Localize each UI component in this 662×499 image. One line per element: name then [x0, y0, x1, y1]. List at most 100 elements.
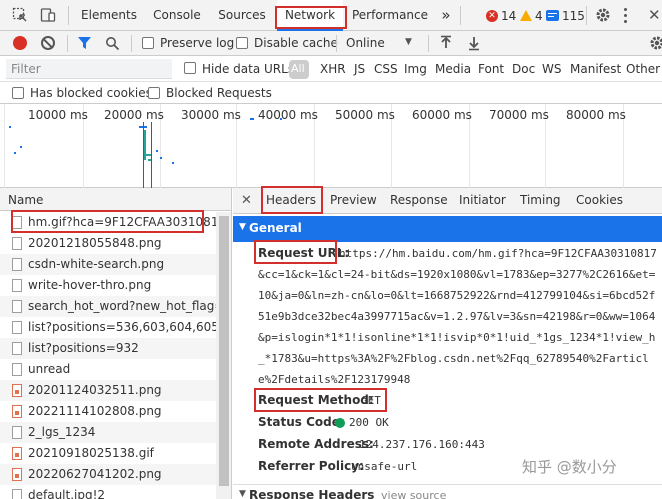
separator: [428, 35, 429, 52]
network-overview-timeline[interactable]: 10000 ms 20000 ms 30000 ms 40000 ms 5000…: [0, 104, 662, 188]
request-list-scrollbar[interactable]: [216, 212, 231, 499]
type-filter-ws[interactable]: WS: [542, 62, 561, 76]
inspect-element-icon[interactable]: [12, 7, 28, 26]
filter-funnel-icon[interactable]: [77, 36, 92, 53]
blocked-requests-checkbox[interactable]: [148, 87, 160, 99]
document-file-icon: [12, 216, 22, 229]
type-filter-doc[interactable]: Doc: [512, 62, 535, 76]
tab-elements[interactable]: Elements: [74, 0, 144, 31]
request-row[interactable]: 20201218055848.png: [0, 233, 216, 254]
message-counter[interactable]: 115: [546, 8, 585, 23]
request-row[interactable]: default.jpg!2: [0, 485, 216, 499]
hide-data-urls-checkbox[interactable]: [184, 62, 196, 74]
has-blocked-cookies-label: Has blocked cookies: [30, 86, 152, 100]
request-row[interactable]: csdn-white-search.png: [0, 254, 216, 275]
referrer-policy-value: unsafe-url: [351, 460, 418, 473]
request-row[interactable]: list?positions=932: [0, 338, 216, 359]
request-name: 20210918025138.gif: [28, 446, 154, 460]
blocked-filter-bar: Has blocked cookies Blocked Requests: [0, 82, 662, 104]
tab-headers[interactable]: Headers: [266, 188, 316, 214]
more-options-icon[interactable]: [624, 7, 628, 23]
general-section-title: General: [249, 221, 302, 235]
request-url-value-line: 10&ja=0&ln=zh-cn&lo=0&lt=1668752922&rnd=…: [258, 289, 656, 302]
request-method-label: Request Method:: [258, 393, 374, 407]
general-section-header[interactable]: ▼ General: [233, 216, 662, 242]
detail-tabbar: ✕ Headers Preview Response Initiator Tim…: [233, 188, 662, 214]
request-url-value-line: &cc=1&ck=1&cl=24-bit&ds=1920x1080&vl=178…: [258, 268, 656, 281]
expand-triangle-icon: ▼: [239, 489, 246, 499]
devtools-tabbar: Elements Console Sources Network Perform…: [0, 0, 662, 31]
request-name: search_hot_word?new_hot_flag=1&: [28, 299, 216, 313]
request-row[interactable]: 20221114102808.png: [0, 401, 216, 422]
disable-cache-checkbox[interactable]: [236, 37, 248, 49]
tab-network[interactable]: Network: [277, 0, 343, 31]
preserve-log-checkbox[interactable]: [142, 37, 154, 49]
type-filter-css[interactable]: CSS: [374, 62, 398, 76]
separator: [336, 35, 337, 52]
request-row[interactable]: 20220627041202.png: [0, 464, 216, 485]
document-file-icon: [12, 258, 22, 271]
more-tabs-button[interactable]: »: [436, 0, 456, 31]
request-list-header[interactable]: Name: [0, 188, 231, 211]
network-settings-gear-icon[interactable]: [649, 35, 662, 54]
import-har-icon[interactable]: [439, 35, 453, 54]
request-detail-pane: ✕ Headers Preview Response Initiator Tim…: [233, 188, 662, 499]
request-url-value-line: &p=islogin*1*1!isonline*1*1!isvip*0*1!ui…: [258, 331, 656, 344]
tab-preview[interactable]: Preview: [330, 188, 377, 213]
type-filter-all[interactable]: All: [289, 60, 309, 79]
request-row[interactable]: 20210918025138.gif: [0, 443, 216, 464]
request-name: default.jpg!2: [28, 488, 106, 499]
warning-counter[interactable]: 4: [520, 8, 543, 23]
view-source-link[interactable]: view source: [381, 489, 446, 499]
document-file-icon: [12, 279, 22, 292]
tab-cookies[interactable]: Cookies: [576, 188, 623, 213]
tab-response[interactable]: Response: [390, 188, 448, 213]
request-url-value-line: _*1783&u=https%3A%2F%2Fblog.csdn.net%2Fq…: [258, 352, 649, 365]
type-filter-xhr[interactable]: XHR: [320, 62, 346, 76]
separator: [460, 6, 461, 25]
close-detail-icon[interactable]: ✕: [241, 193, 252, 208]
has-blocked-cookies-checkbox[interactable]: [12, 87, 24, 99]
tab-initiator[interactable]: Initiator: [459, 188, 506, 213]
request-name: 20221114102808.png: [28, 404, 162, 418]
request-row[interactable]: 2_lgs_1234: [0, 422, 216, 443]
document-file-icon: [12, 342, 22, 355]
request-row[interactable]: unread: [0, 359, 216, 380]
settings-gear-icon[interactable]: [595, 7, 611, 26]
tab-console[interactable]: Console: [146, 0, 208, 31]
device-toolbar-icon[interactable]: [40, 7, 56, 26]
error-counter[interactable]: ✕ 14: [486, 8, 516, 23]
request-row[interactable]: 20201124032511.png: [0, 380, 216, 401]
filter-placeholder: Filter: [11, 62, 41, 76]
request-row[interactable]: write-hover-thro.png: [0, 275, 216, 296]
hide-data-urls-label: Hide data URLs: [202, 62, 295, 76]
export-har-icon[interactable]: [467, 35, 481, 54]
status-code-value: 200 OK: [349, 416, 389, 429]
type-filter-manifest[interactable]: Manifest: [570, 62, 621, 76]
record-icon[interactable]: [13, 36, 27, 50]
error-count: 14: [501, 8, 517, 23]
tab-performance[interactable]: Performance: [348, 0, 432, 31]
request-row[interactable]: search_hot_word?new_hot_flag=1&: [0, 296, 216, 317]
warning-count: 4: [535, 8, 543, 23]
scrollbar-thumb[interactable]: [219, 216, 229, 486]
remote-address-label: Remote Address:: [258, 437, 374, 451]
request-row[interactable]: hm.gif?hca=9F12CFAA30310817&c: [0, 212, 216, 233]
type-filter-media[interactable]: Media: [435, 62, 471, 76]
tab-sources[interactable]: Sources: [210, 0, 274, 31]
filter-input[interactable]: Filter: [6, 59, 172, 79]
search-icon[interactable]: [105, 36, 120, 54]
clear-icon[interactable]: [41, 36, 55, 50]
request-row[interactable]: list?positions=536,603,604,605,606,: [0, 317, 216, 338]
response-headers-section-header[interactable]: ▼ Response Headers view source: [233, 484, 662, 499]
image-file-icon: [12, 405, 22, 418]
type-filter-js[interactable]: JS: [354, 62, 365, 76]
type-filter-img[interactable]: Img: [404, 62, 427, 76]
error-icon: ✕: [486, 9, 498, 22]
type-filter-other[interactable]: Other: [626, 62, 660, 76]
type-filter-font[interactable]: Font: [478, 62, 504, 76]
tab-timing[interactable]: Timing: [520, 188, 561, 213]
throttling-select[interactable]: Online ▼: [342, 34, 422, 53]
close-devtools-icon[interactable]: ✕: [648, 6, 661, 24]
column-header-name[interactable]: Name: [8, 193, 43, 207]
